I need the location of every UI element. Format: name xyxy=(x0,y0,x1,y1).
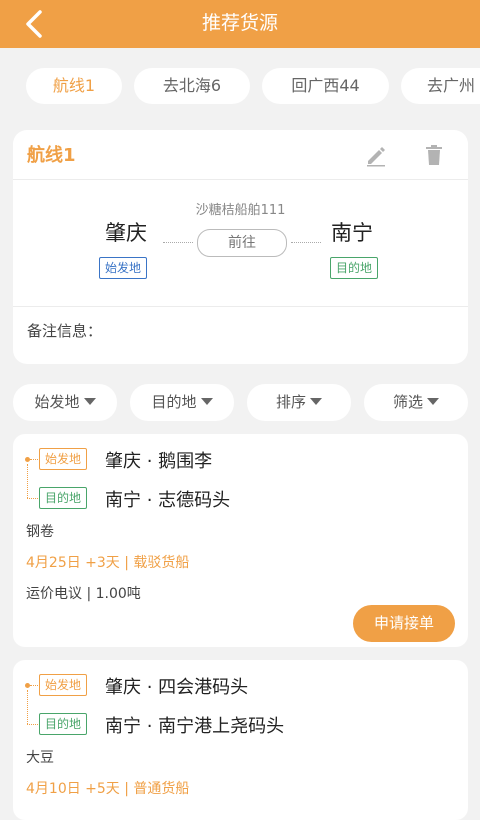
watermark-text: 仍玩游戏 xyxy=(352,743,444,769)
divider xyxy=(13,179,468,180)
filter-label: 筛选 xyxy=(392,393,423,411)
filter-screen[interactable]: 筛选 xyxy=(364,384,468,421)
destination-tag: 目的地 xyxy=(330,257,379,279)
tab-route-3[interactable]: 回广西44 xyxy=(262,68,389,104)
destination-tag: 目的地 xyxy=(39,713,88,735)
route-connector xyxy=(30,459,38,460)
origin-city: 肇庆 xyxy=(105,221,147,245)
top-bar: 推荐货源 xyxy=(0,0,480,48)
apply-order-button[interactable]: 申请接单 xyxy=(353,605,455,642)
origin-tag: 始发地 xyxy=(99,257,148,279)
origin-place: 肇庆 · 鹅围李 xyxy=(105,451,213,472)
watermark-subtext: Rengwan Games xyxy=(356,766,441,777)
route-card: 航线1 沙糖桔船舶111 肇庆 前往 南宁 始发地 目的地 备注信息： xyxy=(13,130,468,364)
route-name: 航线1 xyxy=(27,145,76,166)
destination-place: 南宁 · 志德码头 xyxy=(105,490,231,511)
note-label: 备注信息： xyxy=(27,322,103,340)
pencil-icon xyxy=(367,147,385,167)
origin-tag: 始发地 xyxy=(39,448,88,470)
route-connector xyxy=(30,685,38,686)
filter-sort[interactable]: 排序 xyxy=(247,384,351,421)
tab-route-4[interactable]: 去广州 xyxy=(401,68,480,104)
caret-down-icon xyxy=(83,398,96,405)
origin-place: 肇庆 · 四会港码头 xyxy=(105,677,249,698)
price-info: 运价电议 | 1.00吨 xyxy=(26,586,141,602)
cargo-type: 钢卷 xyxy=(26,524,54,540)
caret-down-icon xyxy=(200,398,213,405)
dotted-line xyxy=(291,242,321,243)
route-connector xyxy=(27,724,38,725)
origin-tag: 始发地 xyxy=(39,674,88,696)
caret-down-icon xyxy=(427,398,439,405)
trash-icon xyxy=(426,145,442,165)
destination-city: 南宁 xyxy=(331,221,373,245)
watermark-logo-icon xyxy=(306,740,346,778)
tab-route-2[interactable]: 去北海6 xyxy=(134,68,250,104)
ship-name: 沙糖桔船舶111 xyxy=(195,203,286,218)
edit-button[interactable] xyxy=(363,142,389,168)
cargo-listing[interactable]: 始发地 肇庆 · 鹅围李 目的地 南宁 · 志德码头 钢卷 4月25日 +3天 … xyxy=(13,434,468,647)
destination-place: 南宁 · 南宁港上尧码头 xyxy=(105,716,285,737)
destination-tag: 目的地 xyxy=(39,487,88,509)
route-connector xyxy=(27,464,28,498)
filter-bar: 始发地 目的地 排序 筛选 xyxy=(0,384,480,422)
filter-destination[interactable]: 目的地 xyxy=(130,384,234,421)
date-info: 4月10日 +5天 | 普通货船 xyxy=(26,781,190,797)
dotted-line xyxy=(163,242,193,243)
filter-label: 排序 xyxy=(275,393,306,411)
date-info: 4月25日 +3天 | 载驳货船 xyxy=(26,555,190,571)
route-connector xyxy=(27,498,38,499)
divider xyxy=(13,306,468,307)
filter-label: 始发地 xyxy=(34,393,80,411)
route-connector xyxy=(27,690,28,724)
filter-origin[interactable]: 始发地 xyxy=(13,384,117,421)
page-title: 推荐货源 xyxy=(201,12,278,34)
delete-button[interactable] xyxy=(421,142,447,168)
tab-route-1[interactable]: 航线1 xyxy=(26,68,122,104)
filter-label: 目的地 xyxy=(151,393,197,411)
cargo-type: 大豆 xyxy=(26,750,54,766)
caret-down-icon xyxy=(310,398,322,405)
watermark: 仍玩游戏 Rengwan Games xyxy=(304,732,474,782)
go-button[interactable]: 前往 xyxy=(197,229,287,257)
route-tabs: 航线1 去北海6 回广西44 去广州 xyxy=(0,48,480,122)
